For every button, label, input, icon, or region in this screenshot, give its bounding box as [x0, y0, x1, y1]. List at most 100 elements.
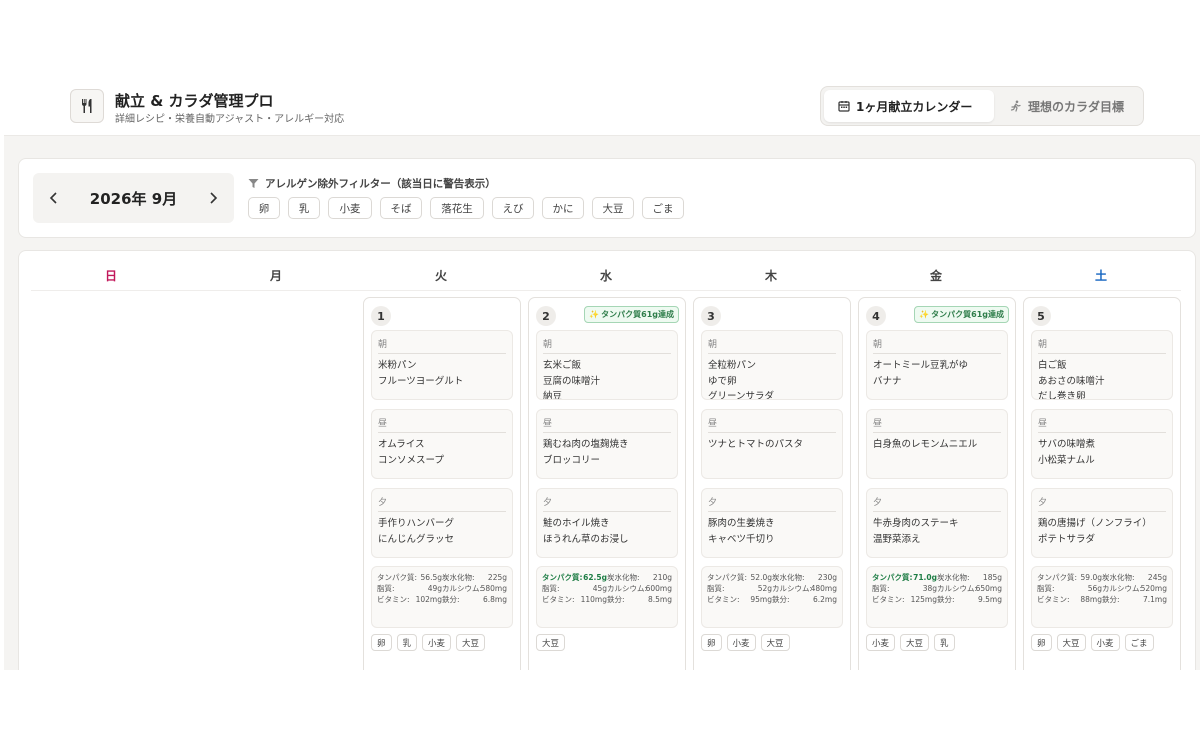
nutrition-value: 650mg: [975, 584, 1002, 593]
meal-item: あおさの味噌汁: [1038, 375, 1105, 387]
meal-item: 豆腐の味噌汁: [543, 375, 601, 387]
allergen-chip[interactable]: そば: [380, 197, 422, 219]
nutrition-row: ビタミン: 88mg 鉄分: 7.1mg: [1037, 594, 1167, 605]
nutrition-protein: タンパク質: 56.5g: [377, 572, 442, 583]
meal-item: 白ご飯: [1038, 360, 1067, 371]
nutrition-value: 225g: [487, 573, 507, 582]
meal-label: 朝: [543, 337, 671, 354]
nutrition-vitamin: ビタミン: 95mg: [707, 594, 772, 605]
meal-dinner[interactable]: 夕豚肉の生姜焼き キャベツ千切り: [701, 488, 843, 558]
view-tabs: 1ヶ月献立カレンダー 理想のカラダ目標: [820, 86, 1144, 126]
tab-body-goal-label: 理想のカラダ目標: [1028, 99, 1125, 114]
nutrition-value: 245g: [1147, 573, 1167, 582]
nutrition-label: ビタミン:: [542, 595, 575, 604]
allergen-chip[interactable]: 大豆: [592, 197, 634, 219]
meal-breakfast[interactable]: 朝全粒粉パン ゆで卵 グリーンサラダ: [701, 330, 843, 400]
nutrition-calcium: カルシウム: 480mg: [772, 583, 837, 594]
meal-breakfast[interactable]: 朝米粉パン フルーツヨーグルト: [371, 330, 513, 400]
meal-dinner[interactable]: 夕鶏の唐揚げ（ノンフライ） ポテトサラダ: [1031, 488, 1173, 558]
meal-lunch[interactable]: 昼ツナとトマトのパスタ: [701, 409, 843, 479]
weekday-label: 月: [269, 269, 282, 283]
allergen-tag: 大豆: [1056, 634, 1086, 651]
allergen-tag: ごま: [1124, 634, 1154, 651]
meal-lunch[interactable]: 昼サバの味噌煮 小松菜ナムル: [1031, 409, 1173, 479]
nutrition-iron: 鉄分: 6.2mg: [772, 594, 837, 605]
day-cell[interactable]: 4 ✨ タンパク質61g達成朝オートミール豆乳がゆ バナナ昼白身魚のレモンムニエル夕牛…: [858, 297, 1016, 670]
allergen-tag: 小麦: [1090, 634, 1120, 651]
nutrition-row: タンパク質: 71.0g 炭水化物: 185g: [872, 572, 1002, 583]
allergen-tag: 乳: [934, 634, 955, 651]
nutrition-protein: タンパク質: 71.0g: [872, 572, 937, 583]
allergen-chip[interactable]: 乳: [288, 197, 320, 219]
nutrition-vitamin: ビタミン: 88mg: [1037, 594, 1102, 605]
allergen-chip[interactable]: かに: [542, 197, 584, 219]
meal-label: 夕: [873, 495, 1001, 512]
nutrition-summary: タンパク質: 71.0g 炭水化物: 185g 脂質: 38g カルシウム: 650mg ビタミ…: [866, 566, 1008, 628]
day-cell[interactable]: 1 朝米粉パン フルーツヨーグルト昼オムライス コンソメスープ夕手作りハンバーグ にんじ…: [363, 297, 521, 670]
nutrition-iron: 鉄分: 7.1mg: [1102, 594, 1167, 605]
meal-breakfast[interactable]: 朝白ご飯 あおさの味噌汁 だし巻き卵: [1031, 330, 1173, 400]
day-cell[interactable]: 5 朝白ご飯 あおさの味噌汁 だし巻き卵昼サバの味噌煮 小松菜ナムル夕鶏の唐揚げ（ノンフ…: [1023, 297, 1181, 670]
nutrition-value: 71.0g: [913, 573, 937, 582]
meal-item: にんじんグラッセ: [378, 533, 455, 545]
allergen-tag: 大豆: [760, 634, 790, 651]
meal-item: オートミール豆乳がゆ: [873, 360, 969, 371]
meal-dinner[interactable]: 夕鮭のホイル焼き ほうれん草のお浸し: [536, 488, 678, 558]
meal-dinner[interactable]: 夕手作りハンバーグ にんじんグラッセ: [371, 488, 513, 558]
app-subtitle: 詳細レシピ・栄養自動アジャスト・アレルギー対応: [115, 114, 345, 125]
nutrition-value: 56g: [1087, 584, 1102, 593]
day-cell[interactable]: 3 朝全粒粉パン ゆで卵 グリーンサラダ昼ツナとトマトのパスタ夕豚肉の生姜焼き キャベツ…: [693, 297, 851, 670]
meal-lunch[interactable]: 昼鶏むね肉の塩麹焼き ブロッコリー: [536, 409, 678, 479]
meal-label: 夕: [378, 495, 506, 512]
meal-lunch[interactable]: 昼オムライス コンソメスープ: [371, 409, 513, 479]
allergen-chip[interactable]: 小麦: [328, 197, 372, 219]
meal-label: 夕: [543, 495, 671, 512]
meal-item: ポテトサラダ: [1038, 533, 1096, 545]
meal-lunch[interactable]: 昼白身魚のレモンムニエル: [866, 409, 1008, 479]
nutrition-value: 45g: [592, 584, 607, 593]
nutrition-label: カルシウム:: [772, 584, 813, 593]
nutrition-summary: タンパク質: 62.5g 炭水化物: 210g 脂質: 45g カルシウム: 600mg ビタミ…: [536, 566, 678, 628]
nutrition-row: ビタミン: 95mg 鉄分: 6.2mg: [707, 594, 837, 605]
app-header: 献立 & カラダ管理プロ 詳細レシピ・栄養自動アジャスト・アレルギー対応 1ヶ月…: [4, 76, 1200, 136]
meal-breakfast[interactable]: 朝玄米ご飯 豆腐の味噌汁 納豆: [536, 330, 678, 400]
nutrition-value: 95mg: [750, 595, 772, 604]
calendar-icon: [838, 101, 850, 112]
prev-month-button[interactable]: [47, 191, 61, 205]
allergen-chip[interactable]: 落花生: [430, 197, 484, 219]
nutrition-vitamin: ビタミン: 125mg: [872, 594, 937, 605]
nutrition-label: ビタミン:: [707, 595, 740, 604]
nutrition-iron: 鉄分: 8.5mg: [607, 594, 672, 605]
meal-breakfast[interactable]: 朝オートミール豆乳がゆ バナナ: [866, 330, 1008, 400]
meal-label: 朝: [873, 337, 1001, 354]
allergen-chip[interactable]: 卵: [248, 197, 280, 219]
meal-item: 白身魚のレモンムニエル: [873, 439, 978, 450]
nutrition-label: 炭水化物:: [772, 573, 805, 582]
nutrition-label: 脂質:: [542, 584, 560, 593]
nutrition-value: 56.5g: [420, 573, 442, 582]
nutrition-label: 炭水化物:: [1102, 573, 1135, 582]
month-label: 2026年 9月: [89, 189, 178, 208]
nutrition-calcium: カルシウム: 650mg: [937, 583, 1002, 594]
meal-item: 小松菜ナムル: [1038, 454, 1095, 466]
tab-calendar[interactable]: 1ヶ月献立カレンダー: [824, 90, 994, 122]
nutrition-row: ビタミン: 110mg 鉄分: 8.5mg: [542, 594, 672, 605]
allergen-chip[interactable]: えび: [492, 197, 534, 219]
allergen-chip[interactable]: ごま: [642, 197, 684, 219]
protein-goal-badge-text: タンパク質61g達成: [601, 310, 674, 319]
meal-item: 納豆: [543, 391, 563, 400]
nutrition-label: 脂質:: [1037, 584, 1055, 593]
filter-card: 2026年 9月 アレルゲン除外フィルター（該当日に警告表示） 卵乳小麦 そば 落花…: [18, 158, 1196, 238]
allergen-tag: 大豆: [900, 634, 930, 651]
nutrition-row: 脂質: 52g カルシウム: 480mg: [707, 583, 837, 594]
nutrition-row: ビタミン: 102mg 鉄分: 6.8mg: [377, 594, 507, 605]
tab-body-goal[interactable]: 理想のカラダ目標: [996, 90, 1142, 122]
nutrition-row: 脂質: 38g カルシウム: 650mg: [872, 583, 1002, 594]
meal-item: コンソメスープ: [378, 454, 444, 466]
weekday-label: 木: [764, 269, 777, 283]
next-month-button[interactable]: [206, 191, 220, 205]
day-cell[interactable]: 2 ✨ タンパク質61g達成朝玄米ご飯 豆腐の味噌汁 納豆昼鶏むね肉の塩麹焼き ブロッコリ…: [528, 297, 686, 670]
meal-dinner[interactable]: 夕牛赤身肉のステーキ 温野菜添え: [866, 488, 1008, 558]
weekday-label: 土: [1094, 269, 1107, 283]
nutrition-label: 鉄分:: [442, 595, 460, 604]
